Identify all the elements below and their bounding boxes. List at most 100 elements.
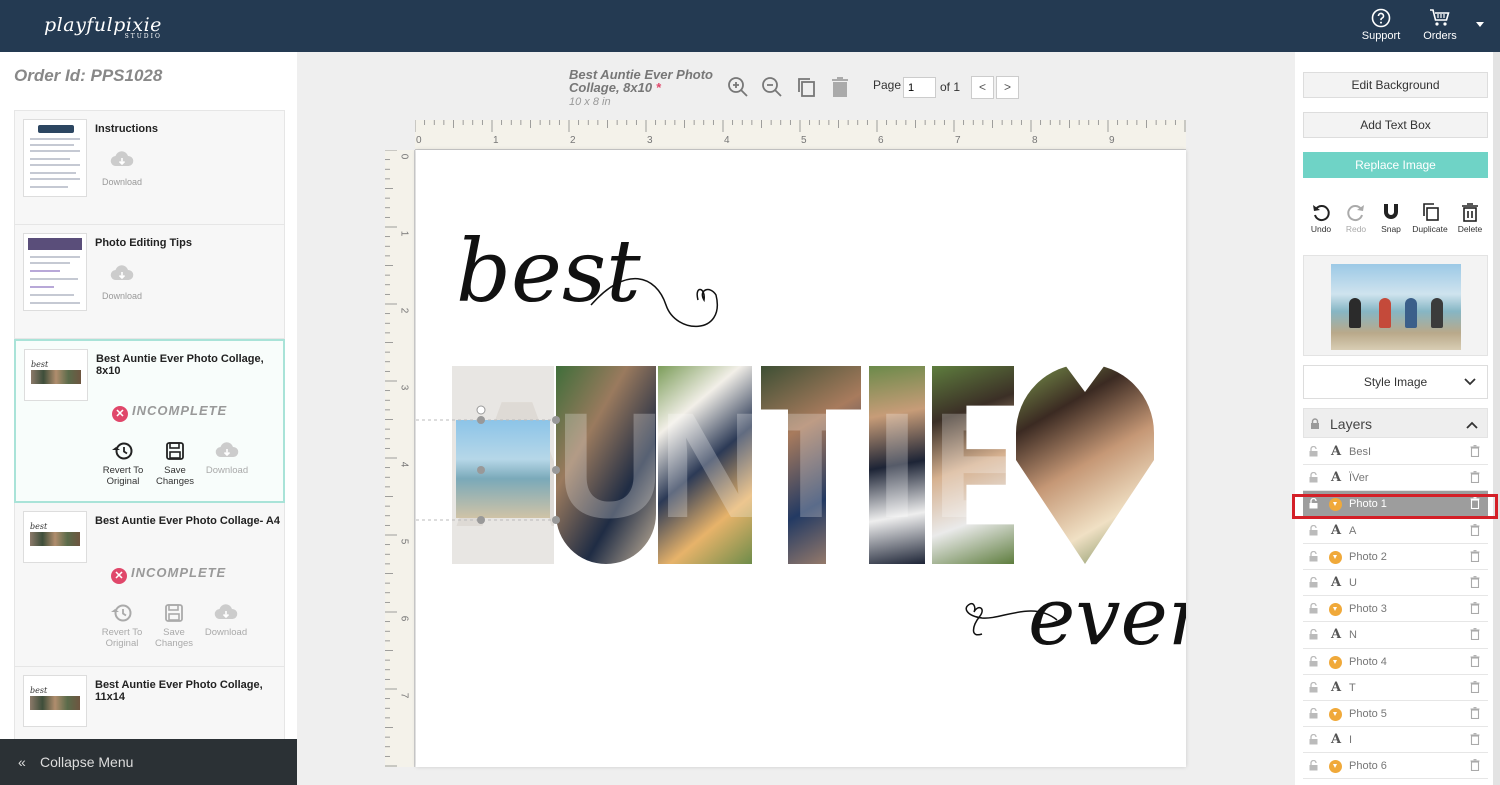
orders-button[interactable]: Orders (1410, 8, 1470, 42)
prev-page-button[interactable]: < (971, 76, 994, 99)
redo-button[interactable]: Redo (1336, 202, 1376, 234)
unlock-icon[interactable] (1309, 472, 1318, 483)
trash-icon[interactable] (1470, 576, 1480, 588)
trash-icon[interactable] (1470, 759, 1480, 772)
photo-letter-i[interactable]: I (869, 366, 925, 564)
trash-icon[interactable] (1470, 549, 1480, 562)
style-image-dropdown[interactable]: Style Image (1303, 365, 1488, 399)
save-changes-button[interactable]: Save Changes (150, 441, 200, 487)
download-button[interactable]: Download (201, 603, 251, 638)
ruler-number: 6 (878, 135, 884, 146)
unlock-icon[interactable] (1309, 550, 1318, 562)
layer-row[interactable]: Photo 5 (1303, 701, 1488, 728)
letter-label: I (876, 381, 918, 549)
file-list[interactable]: Instructions Download Photo Editing Tips (14, 110, 285, 762)
revert-to-original-button[interactable]: Revert To Original (97, 603, 147, 649)
zoom-out-button[interactable] (761, 76, 783, 103)
unlock-icon[interactable] (1309, 576, 1318, 588)
unlock-icon[interactable] (1309, 655, 1318, 667)
brand-logo[interactable]: playfulpixie STUDIO (44, 14, 162, 40)
text-layer-icon: A (1330, 470, 1342, 486)
unlock-icon[interactable] (1309, 603, 1318, 614)
layer-row[interactable]: Photo 3 (1303, 596, 1488, 623)
layer-row[interactable]: Photo 4 (1303, 649, 1488, 675)
unlock-icon[interactable] (1309, 629, 1318, 640)
delete-page-button[interactable] (830, 76, 850, 103)
file-title: Instructions (95, 123, 158, 135)
trash-icon[interactable] (1470, 707, 1480, 719)
file-card-collage-a4[interactable]: best Best Auntie Ever Photo Collage- A4 … (14, 503, 285, 667)
unlock-icon[interactable] (1309, 734, 1318, 745)
file-card-photo-editing-tips[interactable]: Photo Editing Tips Download (14, 225, 285, 339)
ruler-number: 2 (398, 307, 410, 314)
trash-icon[interactable] (1470, 445, 1480, 457)
download-button[interactable]: Download (95, 151, 149, 187)
support-button[interactable]: Support (1351, 8, 1411, 42)
layer-row[interactable]: AN (1303, 622, 1488, 649)
save-changes-button[interactable]: Save Changes (149, 603, 199, 649)
unlock-icon[interactable] (1309, 681, 1318, 693)
letter-label: T (765, 381, 857, 549)
layer-row[interactable]: A ÏVer (1303, 465, 1488, 492)
zoom-in-button[interactable] (727, 76, 749, 103)
text-layer-icon: A (1330, 522, 1342, 538)
ruler-number: 7 (955, 135, 961, 146)
unlock-icon[interactable] (1309, 498, 1318, 509)
download-button[interactable]: Download (95, 265, 149, 301)
image-preview (1303, 255, 1488, 356)
trash-icon[interactable] (1470, 680, 1480, 693)
snap-button[interactable]: Snap (1371, 202, 1411, 234)
unlock-icon[interactable] (1309, 760, 1318, 771)
ruler-number: 8 (1032, 135, 1038, 146)
trash-icon[interactable] (1470, 602, 1480, 615)
file-card-collage-8x10[interactable]: best Best Auntie Ever Photo Collage, 8x1… (14, 339, 285, 503)
ruler-number: 1 (398, 230, 410, 237)
undo-button[interactable]: Undo (1301, 202, 1341, 234)
layer-row[interactable]: AA (1303, 518, 1488, 544)
layer-row[interactable]: AI (1303, 727, 1488, 754)
document-title: Best Auntie Ever Photo Collage, 8x10 * (569, 67, 713, 95)
next-page-button[interactable]: > (996, 76, 1019, 99)
collapse-menu-button[interactable]: « Collapse Menu (0, 739, 297, 785)
redo-icon (1347, 205, 1364, 222)
trash-icon[interactable] (1470, 497, 1480, 510)
duplicate-button[interactable]: Duplicate (1410, 202, 1450, 234)
photo-letter-n[interactable]: N (658, 366, 752, 564)
download-button[interactable]: Download (202, 441, 252, 476)
trash-icon[interactable] (1470, 628, 1480, 641)
text-ever[interactable]: ever (1028, 570, 1186, 663)
photo-heart[interactable] (1016, 364, 1154, 564)
layer-row[interactable]: AT (1303, 675, 1488, 701)
trash-icon[interactable] (1470, 733, 1480, 746)
properties-panel: Edit Background Add Text Box Replace Ima… (1295, 52, 1500, 785)
layer-row[interactable]: A BesI (1303, 439, 1488, 466)
design-canvas[interactable]: best A U N T I E ever (416, 150, 1186, 767)
zoom-out-icon (762, 77, 782, 97)
layer-row[interactable]: Photo 2 (1303, 544, 1488, 570)
unlock-icon[interactable] (1309, 707, 1318, 719)
unlock-icon[interactable] (1309, 446, 1318, 457)
revert-to-original-button[interactable]: Revert To Original (98, 441, 148, 487)
unlock-icon[interactable] (1309, 524, 1318, 536)
layer-row[interactable]: Photo 1 (1303, 491, 1488, 518)
support-label: Support (1361, 30, 1401, 42)
add-text-box-button[interactable]: Add Text Box (1303, 112, 1488, 138)
letter-label: N (658, 381, 752, 549)
layers-header[interactable]: Layers (1303, 408, 1488, 438)
copy-page-button[interactable] (795, 76, 817, 103)
layer-row[interactable]: Photo 6 (1303, 753, 1488, 780)
layer-row[interactable]: AU (1303, 570, 1488, 597)
photo-letter-t[interactable]: T (761, 366, 861, 564)
trash-icon[interactable] (1470, 523, 1480, 536)
delete-button[interactable]: Delete (1450, 202, 1490, 234)
file-card-instructions[interactable]: Instructions Download (14, 111, 285, 225)
account-menu-caret-icon[interactable] (1476, 22, 1484, 27)
edit-background-button[interactable]: Edit Background (1303, 72, 1488, 98)
photo-letter-e[interactable]: E (932, 366, 1014, 564)
trash-icon[interactable] (1470, 471, 1480, 484)
chevron-up-icon (1466, 421, 1478, 429)
page-number-input[interactable] (903, 77, 936, 98)
trash-icon[interactable] (1470, 654, 1480, 667)
page-scrollbar[interactable] (1493, 52, 1500, 785)
replace-image-button[interactable]: Replace Image (1303, 152, 1488, 178)
